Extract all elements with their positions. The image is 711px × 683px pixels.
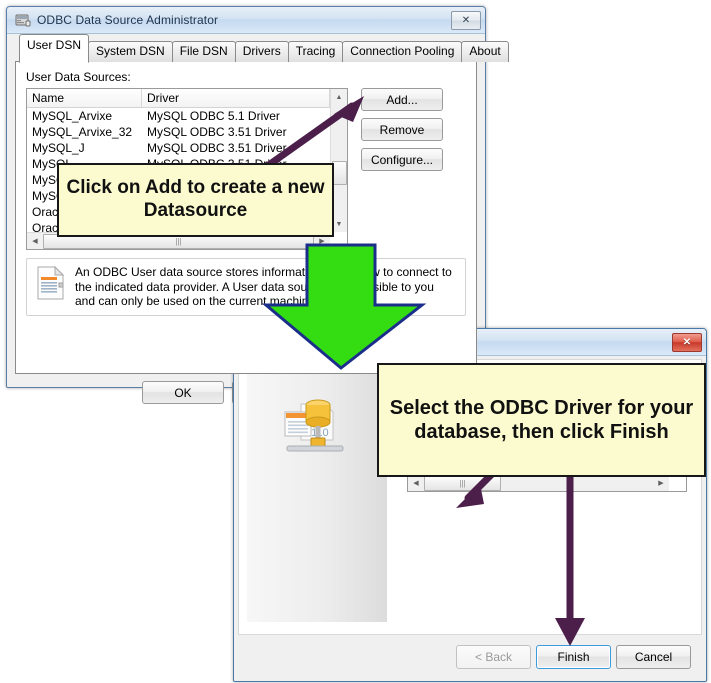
info-line-3: and can only be used on the current mach… (75, 294, 319, 308)
scroll-grip-icon: ||| (459, 479, 466, 488)
info-line-2: the indicated data provider. A User data… (75, 279, 434, 294)
tab-about[interactable]: About (461, 41, 509, 62)
dsn-name: MySQL_J (32, 141, 85, 155)
dsn-name: MySQL_Arvixe (32, 109, 113, 123)
table-row[interactable]: MySQL_Arvixe_32 MySQL ODBC 3.51 Driver (27, 124, 330, 140)
wizard-banner: 0110 (247, 368, 387, 622)
column-header-driver[interactable]: Driver (142, 89, 330, 107)
remove-button[interactable]: Remove (361, 118, 443, 141)
horizontal-scroll-thumb[interactable]: ||| (424, 476, 501, 491)
tab-strip: User DSN System DSN File DSN Drivers Tra… (19, 34, 509, 63)
main-dialog-title: ODBC Data Source Administrator (37, 13, 219, 27)
info-panel: An ODBC User data source stores informat… (26, 258, 466, 316)
tab-user-dsn[interactable]: User DSN (19, 34, 90, 63)
add-button[interactable]: Add... (361, 88, 443, 111)
list-header: Name Driver (27, 89, 330, 108)
info-text: An ODBC User data source stores informat… (75, 265, 452, 309)
create-cancel-button[interactable]: Cancel (616, 645, 691, 669)
tab-drivers[interactable]: Drivers (234, 41, 289, 62)
scroll-up-icon[interactable]: ▲ (331, 89, 347, 105)
column-header-name[interactable]: Name (27, 89, 142, 107)
table-row[interactable]: MySQL_J MySQL ODBC 3.51 Driver (27, 140, 330, 156)
tab-tracing[interactable]: Tracing (287, 41, 344, 62)
data-source-document-icon (35, 265, 75, 309)
database-server-wizard-icon: 0110 (273, 396, 351, 458)
vertical-scroll-thumb[interactable] (332, 161, 347, 185)
scroll-left-icon[interactable]: ◀ (27, 233, 43, 249)
callout-select-driver: Select the ODBC Driver for your database… (377, 363, 706, 477)
callout-click-add: Click on Add to create a new Datasource (57, 163, 334, 237)
odbc-admin-icon (15, 12, 31, 28)
create-close-button[interactable]: ✕ (672, 332, 702, 352)
back-button[interactable]: < Back (456, 645, 531, 669)
info-line-1: An ODBC User data source stores informat… (75, 265, 452, 279)
tab-system-dsn[interactable]: System DSN (88, 41, 173, 62)
main-dialog-titlebar: ODBC Data Source Administrator ✕ (7, 7, 485, 34)
tab-connection-pooling[interactable]: Connection Pooling (342, 41, 463, 62)
scroll-left-icon[interactable]: ◀ (408, 475, 424, 491)
ok-button[interactable]: OK (142, 381, 224, 404)
dsn-driver: MySQL ODBC 3.51 Driver (147, 125, 287, 139)
configure-button[interactable]: Configure... (361, 148, 443, 171)
dsn-driver: MySQL ODBC 5.1 Driver (147, 109, 280, 123)
finish-button[interactable]: Finish (536, 645, 611, 669)
user-data-sources-label: User Data Sources: (26, 70, 131, 84)
dsn-name: MySQL_Arvixe_32 (32, 125, 133, 139)
main-close-button[interactable]: ✕ (451, 10, 481, 30)
tab-file-dsn[interactable]: File DSN (171, 41, 236, 62)
dsn-driver: MySQL ODBC 3.51 Driver (147, 141, 287, 155)
table-row[interactable]: MySQL_Arvixe MySQL ODBC 5.1 Driver (27, 108, 330, 124)
scroll-right-icon[interactable]: ▶ (653, 475, 669, 491)
